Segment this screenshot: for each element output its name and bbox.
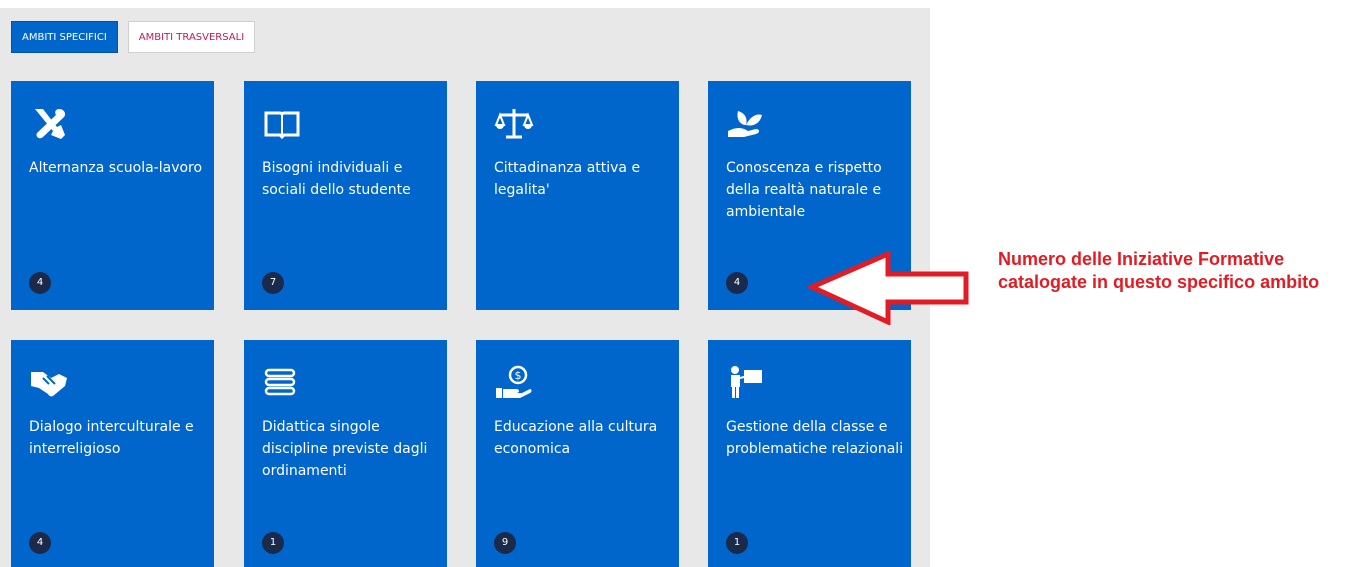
count-badge: 4 (29, 532, 51, 554)
teacher-board-icon (726, 364, 766, 400)
card-title: Didattica singole discipline previste da… (262, 419, 428, 479)
card-didattica[interactable]: Didattica singole discipline previste da… (244, 340, 447, 567)
scales-icon (494, 105, 534, 141)
annotation-arrow (808, 250, 969, 325)
count-badge: 1 (726, 532, 748, 554)
count-badge: 4 (29, 272, 51, 294)
stack-icon (262, 364, 302, 400)
card-gestione-classe[interactable]: Gestione della classe e problematiche re… (708, 340, 911, 567)
card-title: Alternanza scuola-lavoro (29, 160, 203, 176)
count-badge: 9 (494, 532, 516, 554)
count-badge: 4 (726, 272, 748, 294)
tools-icon (29, 105, 69, 141)
card-title: Gestione della classe e problematiche re… (726, 419, 904, 457)
card-educazione-economica[interactable]: $ Educazione alla cultura economica 9 (476, 340, 679, 567)
svg-text:$: $ (515, 369, 522, 382)
hand-plant-icon (726, 105, 766, 141)
annotation-text: Numero delle Iniziative Formative catalo… (998, 249, 1320, 292)
book-icon (262, 105, 302, 141)
tab-bar: AMBITI SPECIFICI AMBITI TRASVERSALI (11, 21, 256, 53)
card-cittadinanza[interactable]: Cittadinanza attiva e legalita' (476, 81, 679, 310)
tab-ambiti-trasversali[interactable]: AMBITI TRASVERSALI (127, 21, 256, 53)
card-alternanza[interactable]: Alternanza scuola-lavoro 4 (11, 81, 214, 310)
money-hand-icon: $ (494, 364, 534, 400)
count-badge: 1 (262, 532, 284, 554)
card-bisogni[interactable]: Bisogni individuali e sociali dello stud… (244, 81, 447, 310)
card-title: Cittadinanza attiva e legalita' (494, 160, 641, 198)
tab-ambiti-specifici[interactable]: AMBITI SPECIFICI (11, 21, 118, 53)
card-title: Bisogni individuali e sociali dello stud… (262, 160, 411, 198)
card-title: Conoscenza e rispetto della realtà natur… (726, 160, 882, 220)
card-dialogo[interactable]: Dialogo interculturale e interreligioso … (11, 340, 214, 567)
card-title: Educazione alla cultura economica (494, 419, 658, 457)
handshake-icon (29, 364, 69, 400)
count-badge: 7 (262, 272, 284, 294)
card-title: Dialogo interculturale e interreligioso (29, 419, 194, 457)
